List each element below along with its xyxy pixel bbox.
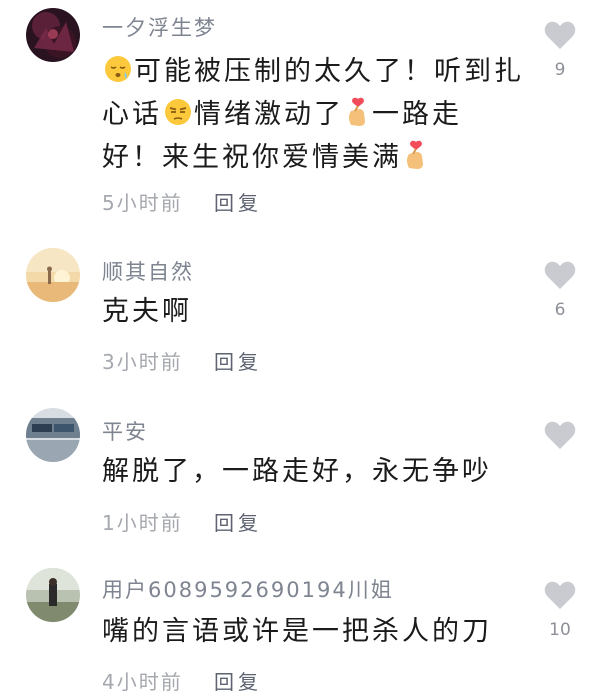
unamused-face-icon <box>163 97 193 140</box>
comment-text-segment: 解脱了，一路走好，永无争吵 <box>102 456 492 487</box>
like-button[interactable]: 10 <box>540 580 580 640</box>
comment-item: 一夕浮生梦 可能被压制的太久了！听到扎 心话 情绪激动了 一路走 好！来生祝你爱… <box>0 0 600 230</box>
heart-icon <box>544 261 576 289</box>
comment-text: 克夫啊 <box>102 290 532 333</box>
comment-time: 4小时前 <box>102 670 183 693</box>
comment-item: 平安 解脱了，一路走好，永无争吵 1小时前 回复 <box>0 390 600 550</box>
comment-text-segment: 克夫啊 <box>102 296 192 327</box>
like-count: 9 <box>554 60 566 80</box>
like-button[interactable]: 6 <box>540 260 580 320</box>
comment-text: 嘴的言语或许是一把杀人的刀 <box>102 610 532 653</box>
comment-time: 1小时前 <box>102 511 183 535</box>
like-button[interactable]: 9 <box>540 20 580 80</box>
comment-text-segment: 好！来生祝你爱情美满 <box>102 142 402 173</box>
comment-text-segment: 心话 <box>102 99 162 130</box>
avatar[interactable] <box>26 568 80 622</box>
heart-icon <box>544 21 576 49</box>
comment-text-segment: 可能被压制的太久了！听到扎 <box>134 56 524 87</box>
username[interactable]: 顺其自然 <box>102 256 194 286</box>
reply-button[interactable]: 回复 <box>214 187 262 216</box>
username[interactable]: 一夕浮生梦 <box>102 12 217 42</box>
finger-heart-icon <box>403 140 429 183</box>
like-count: 10 <box>549 620 571 640</box>
username[interactable]: 用户6089592690194川姐 <box>102 574 394 604</box>
like-button[interactable] <box>540 420 580 460</box>
comment-text: 可能被压制的太久了！听到扎 心话 情绪激动了 一路走 好！来生祝你爱情美满 <box>102 50 532 179</box>
comment-item: 顺其自然 克夫啊 3小时前 回复 6 <box>0 230 600 390</box>
reply-button[interactable]: 回复 <box>214 346 262 375</box>
reply-button[interactable]: 回复 <box>214 507 262 536</box>
comment-item: 用户6089592690194川姐 嘴的言语或许是一把杀人的刀 4小时前 回复 … <box>0 550 600 693</box>
avatar[interactable] <box>26 408 80 462</box>
comment-list: 一夕浮生梦 可能被压制的太久了！听到扎 心话 情绪激动了 一路走 好！来生祝你爱… <box>0 0 600 693</box>
username[interactable]: 平安 <box>102 416 148 446</box>
comment-time: 5小时前 <box>102 191 183 215</box>
comment-text-segment: 嘴的言语或许是一把杀人的刀 <box>102 616 492 647</box>
like-count: 6 <box>554 300 566 320</box>
reply-button[interactable]: 回复 <box>214 666 262 693</box>
comment-text: 解脱了，一路走好，永无争吵 <box>102 450 532 493</box>
avatar[interactable] <box>26 8 80 62</box>
comment-text-segment: 一路走 <box>372 99 462 130</box>
avatar[interactable] <box>26 248 80 302</box>
heart-icon <box>544 421 576 449</box>
comment-time: 3小时前 <box>102 350 183 374</box>
heart-icon <box>544 581 576 609</box>
finger-heart-icon <box>345 97 371 140</box>
comment-text-segment: 情绪激动了 <box>194 99 344 130</box>
sleepy-face-icon <box>103 54 133 97</box>
